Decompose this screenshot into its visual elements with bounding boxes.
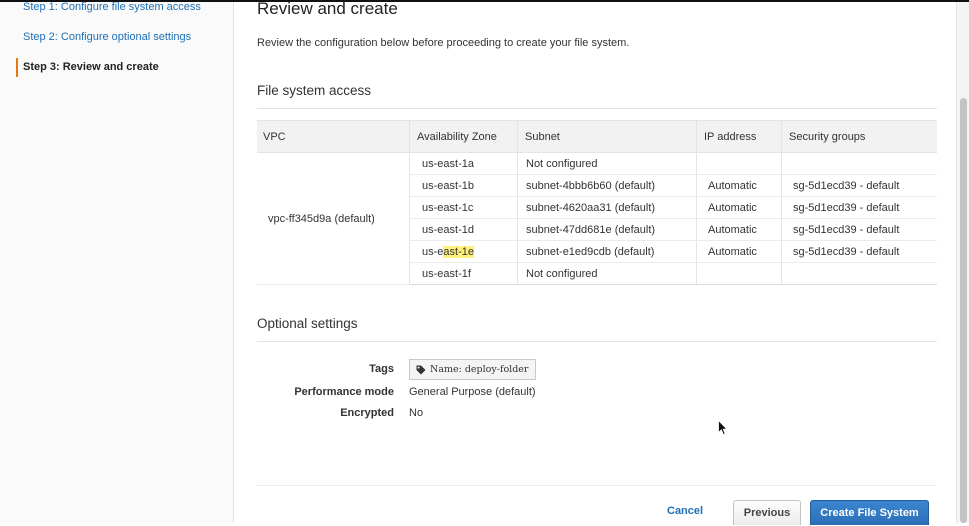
cancel-button[interactable]: Cancel xyxy=(667,505,703,517)
column-header-availability-zone: Availability Zone xyxy=(409,120,518,153)
text-highlight: ast-1e xyxy=(443,245,474,258)
az-cell: us-east-1f xyxy=(409,262,518,285)
az-text: us-e xyxy=(422,245,444,258)
tag-icon xyxy=(416,365,426,374)
file-system-access-heading: File system access xyxy=(257,83,372,98)
ip-address-cell: Automatic xyxy=(696,240,782,263)
previous-button[interactable]: Previous xyxy=(733,500,801,525)
security-group-cell: sg-5d1ecd39 - default xyxy=(781,218,937,241)
create-file-system-button[interactable]: Create File System xyxy=(810,500,929,525)
wizard-steps-sidebar: Step 1: Configure file system access Ste… xyxy=(0,1,234,523)
tag-chip: Name: deploy-folder xyxy=(409,359,537,380)
step-3-current: Step 3: Review and create xyxy=(23,61,159,73)
table-header-row: VPC Availability Zone Subnet IP address … xyxy=(257,120,937,153)
main-content: Review and create Review the configurati… xyxy=(234,0,956,525)
encrypted-value: No xyxy=(409,407,424,419)
vpc-cell: vpc-ff345d9a (default) xyxy=(257,152,410,285)
security-group-cell: sg-5d1ecd39 - default xyxy=(781,240,937,263)
security-group-cell xyxy=(781,262,937,285)
ip-address-cell: Automatic xyxy=(696,174,782,197)
az-cell: us-east-1d xyxy=(409,218,518,241)
table-row: vpc-ff345d9a (default) us-east-1a Not co… xyxy=(257,152,937,285)
tag-value: Name: deploy-folder xyxy=(430,364,529,375)
optional-settings-heading: Optional settings xyxy=(257,316,358,331)
column-header-subnet: Subnet xyxy=(517,120,697,153)
page-title: Review and create xyxy=(257,0,398,18)
az-cell: us-east-1e xyxy=(409,240,518,263)
tags-label: Tags xyxy=(369,363,394,375)
column-header-security-groups: Security groups xyxy=(781,120,937,153)
ip-address-cell: Automatic xyxy=(696,218,782,241)
subnet-cell: Not configured xyxy=(517,152,697,175)
encrypted-label: Encrypted xyxy=(340,407,394,419)
az-cell: us-east-1c xyxy=(409,196,518,219)
vertical-scrollbar[interactable] xyxy=(956,2,969,523)
step-1-link[interactable]: Step 1: Configure file system access xyxy=(23,1,201,13)
section-divider xyxy=(257,108,937,109)
performance-mode-value: General Purpose (default) xyxy=(409,386,536,398)
subnet-cell: subnet-47dd681e (default) xyxy=(517,218,697,241)
page-description: Review the configuration below before pr… xyxy=(257,37,630,49)
security-group-cell: sg-5d1ecd39 - default xyxy=(781,196,937,219)
ip-address-cell xyxy=(696,152,782,175)
az-cell: us-east-1b xyxy=(409,174,518,197)
column-header-ip-address: IP address xyxy=(696,120,782,153)
subnet-cell: subnet-e1ed9cdb (default) xyxy=(517,240,697,263)
mouse-pointer-icon xyxy=(718,420,728,436)
scrollbar-thumb[interactable] xyxy=(960,98,967,523)
performance-mode-label: Performance mode xyxy=(294,386,394,398)
active-step-marker xyxy=(16,58,18,77)
ip-address-cell: Automatic xyxy=(696,196,782,219)
subnet-cell: subnet-4bbb6b60 (default) xyxy=(517,174,697,197)
ip-address-cell xyxy=(696,262,782,285)
file-system-access-table: VPC Availability Zone Subnet IP address … xyxy=(257,120,937,285)
subnet-cell: Not configured xyxy=(517,262,697,285)
section-divider xyxy=(257,341,937,342)
az-cell: us-east-1a xyxy=(409,152,518,175)
column-header-vpc: VPC xyxy=(257,120,410,153)
security-group-cell xyxy=(781,152,937,175)
step-2-link[interactable]: Step 2: Configure optional settings xyxy=(23,31,191,43)
footer-divider xyxy=(257,485,937,486)
security-group-cell: sg-5d1ecd39 - default xyxy=(781,174,937,197)
subnet-cell: subnet-4620aa31 (default) xyxy=(517,196,697,219)
